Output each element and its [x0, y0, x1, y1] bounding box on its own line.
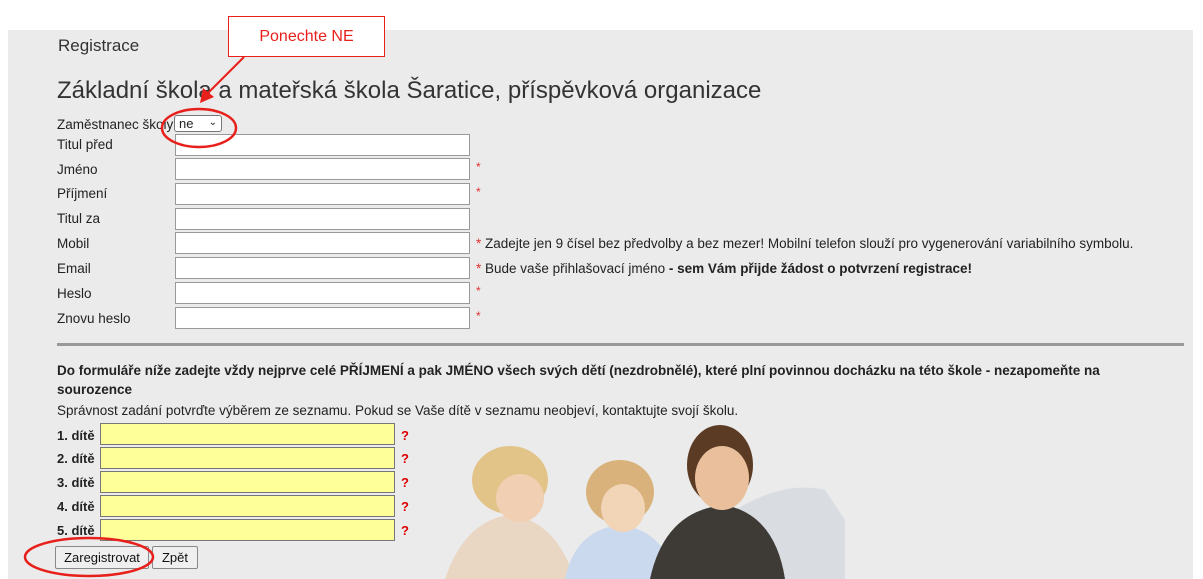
employee-label: Zaměstnanec školy — [57, 117, 174, 132]
child-2-label: 2. dítě — [57, 451, 95, 466]
znovu-heslo-label: Znovu heslo — [57, 311, 131, 326]
mobil-note-text: Zadejte jen 9 čísel bez předvolby a bez … — [485, 236, 1134, 251]
titul-pred-input[interactable] — [175, 134, 470, 156]
mobil-input[interactable] — [175, 232, 470, 254]
titul-pred-label: Titul před — [57, 137, 113, 152]
required-marker: * — [476, 261, 482, 276]
help-mark[interactable]: ? — [401, 451, 409, 466]
child-4-input[interactable] — [100, 495, 395, 517]
child-3-label: 3. dítě — [57, 475, 95, 490]
heslo-label: Heslo — [57, 286, 92, 301]
required-marker: * — [476, 309, 481, 323]
child-1-label: 1. dítě — [57, 428, 95, 443]
help-mark[interactable]: ? — [401, 428, 409, 443]
child-5-input[interactable] — [100, 519, 395, 541]
email-note-bold: - sem Vám přijde žádost o potvrzení regi… — [668, 261, 972, 276]
register-button[interactable]: Zaregistrovat — [55, 546, 149, 569]
required-marker: * — [476, 185, 481, 199]
titul-za-input[interactable] — [175, 208, 470, 230]
required-marker: * — [476, 284, 481, 298]
help-mark[interactable]: ? — [401, 523, 409, 538]
mobil-note: * Zadejte jen 9 čísel bez předvolby a be… — [476, 236, 1133, 251]
required-marker: * — [476, 236, 482, 251]
back-button[interactable]: Zpět — [152, 546, 198, 569]
child-5-label: 5. dítě — [57, 523, 95, 538]
annotation-callout: Ponechte NE — [228, 16, 385, 57]
employee-select-value: ne — [179, 116, 194, 131]
email-label: Email — [57, 261, 91, 276]
child-3-input[interactable] — [100, 471, 395, 493]
child-1-input[interactable] — [100, 423, 395, 445]
school-name: Základní škola a mateřská škola Šaratice… — [57, 77, 762, 104]
help-mark[interactable]: ? — [401, 499, 409, 514]
family-photo — [425, 420, 845, 579]
email-note: * Bude vaše přihlašovací jméno - sem Vám… — [476, 261, 972, 276]
help-mark[interactable]: ? — [401, 475, 409, 490]
children-subtext: Správnost zadání potvrďte výběrem ze sez… — [57, 403, 739, 418]
chevron-down-icon: ⌄ — [208, 117, 217, 128]
child-4-label: 4. dítě — [57, 499, 95, 514]
email-input[interactable] — [175, 257, 470, 279]
child-2-input[interactable] — [100, 447, 395, 469]
section-divider — [57, 343, 1184, 346]
prijmeni-input[interactable] — [175, 183, 470, 205]
page-heading: Registrace — [58, 36, 140, 55]
prijmeni-label: Příjmení — [57, 186, 108, 201]
jmeno-input[interactable] — [175, 158, 470, 180]
jmeno-label: Jméno — [57, 162, 98, 177]
heslo-input[interactable] — [175, 282, 470, 304]
mobil-label: Mobil — [57, 236, 90, 251]
znovu-heslo-input[interactable] — [175, 307, 470, 329]
children-instruction: Do formuláře níže zadejte vždy nejprve c… — [57, 363, 1100, 397]
required-marker: * — [476, 160, 481, 174]
titul-za-label: Titul za — [57, 211, 101, 226]
email-note-text: Bude vaše přihlašovací jméno — [485, 261, 666, 276]
employee-select[interactable]: ne ⌄ — [174, 115, 222, 132]
